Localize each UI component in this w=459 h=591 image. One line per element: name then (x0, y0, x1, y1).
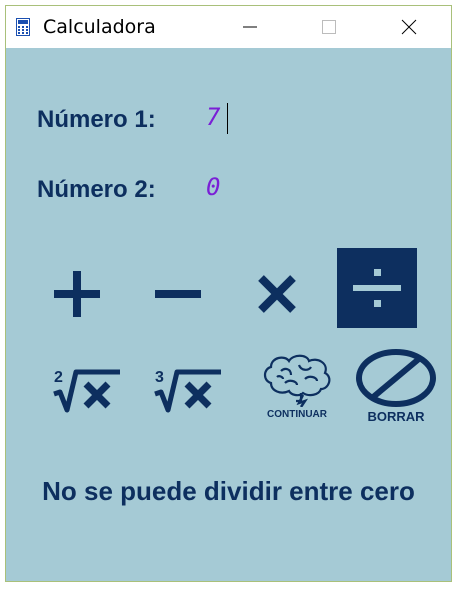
svg-text:3: 3 (155, 369, 164, 386)
minus-icon (155, 289, 201, 298)
number2-input[interactable]: 0 (206, 173, 326, 207)
multiply-icon (258, 274, 296, 313)
minimize-button[interactable] (227, 6, 273, 48)
close-icon (401, 19, 417, 35)
no-symbol-icon (356, 348, 436, 407)
number1-input[interactable]: 7 (206, 103, 326, 137)
multiply-button[interactable] (254, 266, 300, 321)
square-root-icon: 2 (53, 369, 120, 413)
number2-value: 0 (206, 173, 221, 201)
clear-button[interactable]: BORRAR (356, 346, 436, 426)
svg-text:2: 2 (54, 369, 63, 386)
number1-value: 7 (206, 103, 221, 131)
calculator-icon (16, 18, 30, 36)
divide-button[interactable] (337, 248, 417, 328)
minimize-icon (243, 26, 257, 28)
add-button[interactable] (52, 266, 102, 321)
close-button[interactable] (386, 6, 432, 48)
window-title: Calculadora (43, 16, 156, 38)
add-icon (54, 270, 100, 317)
continue-label: CONTINUAR (267, 408, 327, 420)
square-root-button[interactable]: 2 (52, 364, 122, 414)
divide-icon (353, 269, 401, 307)
clear-label: BORRAR (367, 408, 425, 424)
calculator-window: Calculadora Número 1: 7 Número 2: 0 2 3 … (5, 5, 452, 582)
number2-label: Número 2: (37, 176, 156, 203)
title-bar: Calculadora (6, 6, 451, 48)
continue-button[interactable]: CONTINUAR (258, 348, 336, 424)
maximize-button[interactable] (306, 6, 352, 48)
text-caret (227, 103, 228, 134)
cube-root-button[interactable]: 3 (153, 364, 223, 414)
subtract-button[interactable] (152, 266, 204, 321)
status-message: No se puede dividir entre cero (42, 476, 415, 506)
brain-icon (263, 354, 331, 407)
number1-label: Número 1: (37, 106, 156, 133)
maximize-icon (322, 20, 336, 34)
cube-root-icon: 3 (154, 369, 221, 413)
